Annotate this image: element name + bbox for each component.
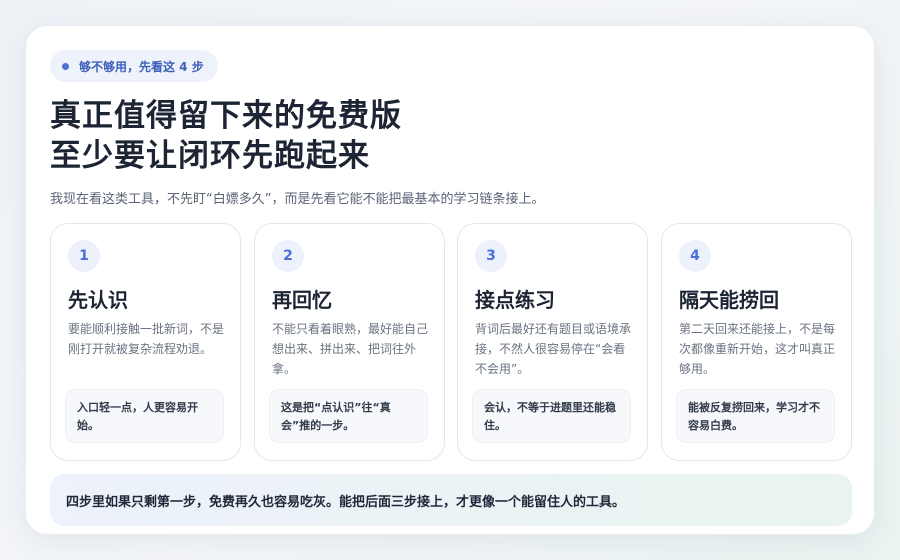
step-number: 4 <box>679 240 711 272</box>
summary-banner: 四步里如果只剩第一步，免费再久也容易吃灰。能把后面三步接上，才更像一个能留住人的… <box>50 474 852 526</box>
step-number: 1 <box>68 240 100 272</box>
step-card-3: 3 接点练习 背词后最好还有题目或语境承接，不然人很容易停在“会看不会用”。 会… <box>457 223 648 461</box>
page-title: 真正值得留下来的免费版 至少要让闭环先跑起来 <box>50 96 402 176</box>
badge-text: 够不够用，先看这 4 步 <box>79 59 204 74</box>
step-note: 能被反复捞回来，学习才不容易白费。 <box>676 389 835 443</box>
subtitle: 我现在看这类工具，不先盯“白嫖多久”，而是先看它能不能把最基本的学习链条接上。 <box>50 192 545 207</box>
step-description: 要能顺利接触一批新词，不是刚打开就被复杂流程劝退。 <box>68 322 225 356</box>
summary-text: 四步里如果只剩第一步，免费再久也容易吃灰。能把后面三步接上，才更像一个能留住人的… <box>66 494 626 510</box>
step-title: 先认识 <box>68 288 128 312</box>
step-card-4: 4 隔天能捞回 第二天回来还能接上，不是每次都像重新开始，这才叫真正够用。 能被… <box>661 223 852 461</box>
title-line-1: 真正值得留下来的免费版 <box>50 98 402 134</box>
badge: 够不够用，先看这 4 步 <box>50 50 218 82</box>
step-note: 这是把“点认识”往“真会”推的一步。 <box>269 389 428 443</box>
step-description: 第二天回来还能接上，不是每次都像重新开始，这才叫真正够用。 <box>679 322 836 376</box>
step-note: 入口轻一点，人更容易开始。 <box>65 389 224 443</box>
step-description: 背词后最好还有题目或语境承接，不然人很容易停在“会看不会用”。 <box>475 322 632 376</box>
step-title: 接点练习 <box>475 288 555 312</box>
badge-dot-icon <box>62 62 69 70</box>
step-number: 3 <box>475 240 507 272</box>
step-description: 不能只看着眼熟，最好能自己想出来、拼出来、把词往外拿。 <box>272 322 429 376</box>
steps-row: 1 先认识 要能顺利接触一批新词，不是刚打开就被复杂流程劝退。 入口轻一点，人更… <box>50 223 852 461</box>
step-title: 隔天能捞回 <box>679 288 779 312</box>
step-card-2: 2 再回忆 不能只看着眼熟，最好能自己想出来、拼出来、把词往外拿。 这是把“点认… <box>254 223 445 461</box>
step-number: 2 <box>272 240 304 272</box>
title-line-2: 至少要让闭环先跑起来 <box>50 138 370 174</box>
step-title: 再回忆 <box>272 288 332 312</box>
step-note: 会认，不等于进题里还能稳住。 <box>472 389 631 443</box>
main-card: 够不够用，先看这 4 步 真正值得留下来的免费版 至少要让闭环先跑起来 我现在看… <box>25 25 875 535</box>
step-card-1: 1 先认识 要能顺利接触一批新词，不是刚打开就被复杂流程劝退。 入口轻一点，人更… <box>50 223 241 461</box>
